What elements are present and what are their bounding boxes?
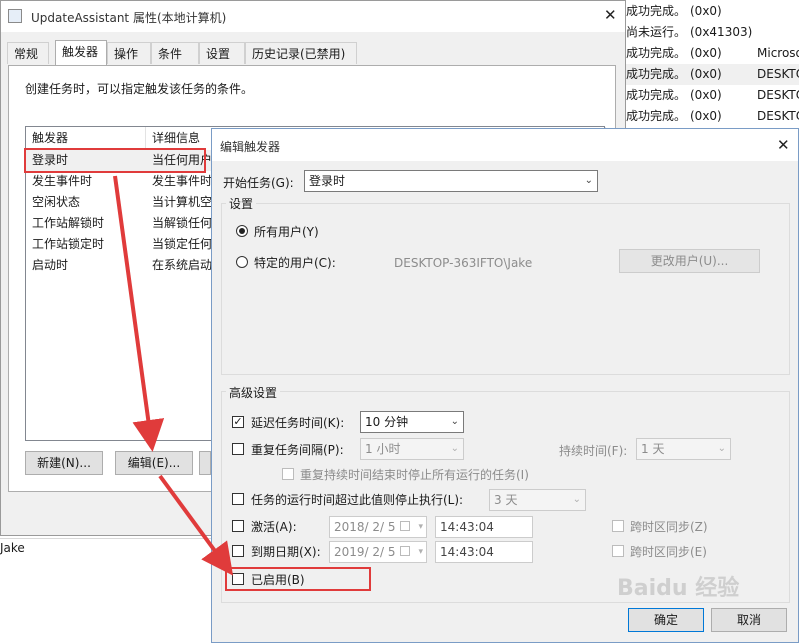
- tab-history[interactable]: 历史记录(已禁用): [245, 42, 357, 64]
- tab-general[interactable]: 常规: [7, 42, 49, 64]
- list-item[interactable]: 成功完成。(0x0)DESKTO: [626, 106, 799, 127]
- tab-actions[interactable]: 操作: [107, 42, 151, 64]
- properties-titlebar[interactable]: UpdateAssistant 属性(本地计算机) ✕: [1, 1, 625, 32]
- chevron-down-icon: ⌄: [717, 443, 726, 454]
- ok-button[interactable]: 确定: [628, 608, 704, 632]
- settings-group-title: 设置: [226, 195, 257, 212]
- close-icon[interactable]: ✕: [604, 6, 617, 24]
- repeat-label: 重复任务间隔(P):: [251, 443, 344, 457]
- list-item[interactable]: 尚未运行。 (0x41303): [626, 22, 799, 43]
- background-task-list: 成功完成。 (0x0) 尚未运行。 (0x41303) 成功完成。 (0x0) Micr…: [626, 0, 799, 128]
- list-item[interactable]: 成功完成。(0x0)DESKTO: [626, 64, 799, 85]
- cancel-button[interactable]: 取消: [711, 608, 787, 632]
- delete-trigger-button[interactable]: [199, 451, 211, 475]
- stop-longer-checkbox[interactable]: [232, 493, 244, 505]
- begin-task-label: 开始任务(G):: [223, 176, 294, 190]
- background-details-pane: Jake: [0, 538, 212, 644]
- sync-tz-expire-checkbox[interactable]: [612, 545, 624, 557]
- user-name-text: DESKTOP-363IFTO\Jake: [394, 256, 533, 270]
- activate-time-field[interactable]: 14:43:04: [435, 516, 533, 538]
- stop-all-label: 重复持续时间结束时停止所有运行的任务(I): [300, 468, 529, 482]
- close-icon[interactable]: ✕: [777, 136, 790, 154]
- stop-longer-label: 任务的运行时间超过此值则停止执行(L):: [251, 493, 464, 507]
- specific-user-label: 特定的用户(C):: [254, 256, 336, 270]
- tab-triggers[interactable]: 触发器: [55, 40, 107, 65]
- chevron-down-icon: ⌄: [572, 494, 581, 505]
- duration-label: 持续时间(F):: [559, 444, 628, 458]
- activate-date-picker[interactable]: 2018/ 2/ 5 ▾: [329, 516, 427, 538]
- expire-label: 到期日期(X):: [251, 545, 321, 559]
- task-icon: [8, 9, 22, 23]
- list-item[interactable]: 成功完成。 (0x0): [626, 1, 799, 22]
- chevron-down-icon: ▾: [418, 522, 423, 532]
- delay-label: 延迟任务时间(K):: [251, 416, 345, 430]
- begin-task-select[interactable]: 登录时 ⌄: [304, 170, 598, 192]
- calendar-icon: [400, 546, 410, 556]
- dialog-titlebar[interactable]: 编辑触发器 ✕: [212, 129, 798, 161]
- triggers-hint: 创建任务时，可以指定触发该任务的条件。: [25, 82, 254, 96]
- delay-checkbox[interactable]: ✓: [232, 416, 244, 428]
- duration-select[interactable]: 1 天 ⌄: [636, 438, 731, 460]
- chevron-down-icon: ⌄: [450, 416, 459, 427]
- expire-time-field[interactable]: 14:43:04: [435, 541, 533, 563]
- activate-label: 激活(A):: [251, 520, 297, 534]
- chevron-down-icon: ⌄: [584, 175, 593, 186]
- repeat-checkbox[interactable]: [232, 443, 244, 455]
- stop-all-checkbox[interactable]: [282, 468, 294, 480]
- all-users-label: 所有用户(Y): [254, 225, 319, 239]
- sync-tz-activate-label: 跨时区同步(Z): [630, 520, 708, 534]
- column-header-trigger[interactable]: 触发器: [26, 127, 146, 149]
- chevron-down-icon: ▾: [418, 547, 423, 557]
- tab-settings[interactable]: 设置: [199, 42, 245, 64]
- advanced-group-title: 高级设置: [226, 384, 281, 401]
- list-item[interactable]: 成功完成。 (0x0) Microso: [626, 43, 799, 64]
- highlight-box-enabled: [225, 567, 371, 591]
- window-title: UpdateAssistant 属性(本地计算机): [31, 11, 227, 25]
- repeat-select[interactable]: 1 小时 ⌄: [360, 438, 464, 460]
- dialog-title: 编辑触发器: [220, 140, 281, 154]
- all-users-radio[interactable]: [236, 225, 248, 237]
- list-item[interactable]: 成功完成。(0x0)DESKTO: [626, 85, 799, 106]
- calendar-icon: [400, 521, 410, 531]
- baidu-watermark: Baidu 经验: [617, 576, 740, 601]
- stop-longer-select[interactable]: 3 天 ⌄: [489, 489, 586, 511]
- sync-tz-expire-label: 跨时区同步(E): [630, 545, 707, 559]
- edit-trigger-button[interactable]: 编辑(E)...: [115, 451, 193, 475]
- expire-checkbox[interactable]: [232, 545, 244, 557]
- edit-trigger-dialog: 编辑触发器 ✕ 开始任务(G): 登录时 ⌄ 设置 所有用户(Y) 特定的用户(C…: [211, 128, 799, 643]
- tab-conditions[interactable]: 条件: [151, 42, 199, 64]
- delay-select[interactable]: 10 分钟 ⌄: [360, 411, 464, 433]
- change-user-button[interactable]: 更改用户(U)...: [619, 249, 760, 273]
- sync-tz-activate-checkbox[interactable]: [612, 520, 624, 532]
- new-trigger-button[interactable]: 新建(N)...: [25, 451, 103, 475]
- specific-user-radio[interactable]: [236, 256, 248, 268]
- user-text: Jake: [0, 541, 25, 555]
- highlight-box-login-row: [24, 148, 206, 173]
- expire-date-picker[interactable]: 2019/ 2/ 5 ▾: [329, 541, 427, 563]
- activate-checkbox[interactable]: [232, 520, 244, 532]
- chevron-down-icon: ⌄: [450, 443, 459, 454]
